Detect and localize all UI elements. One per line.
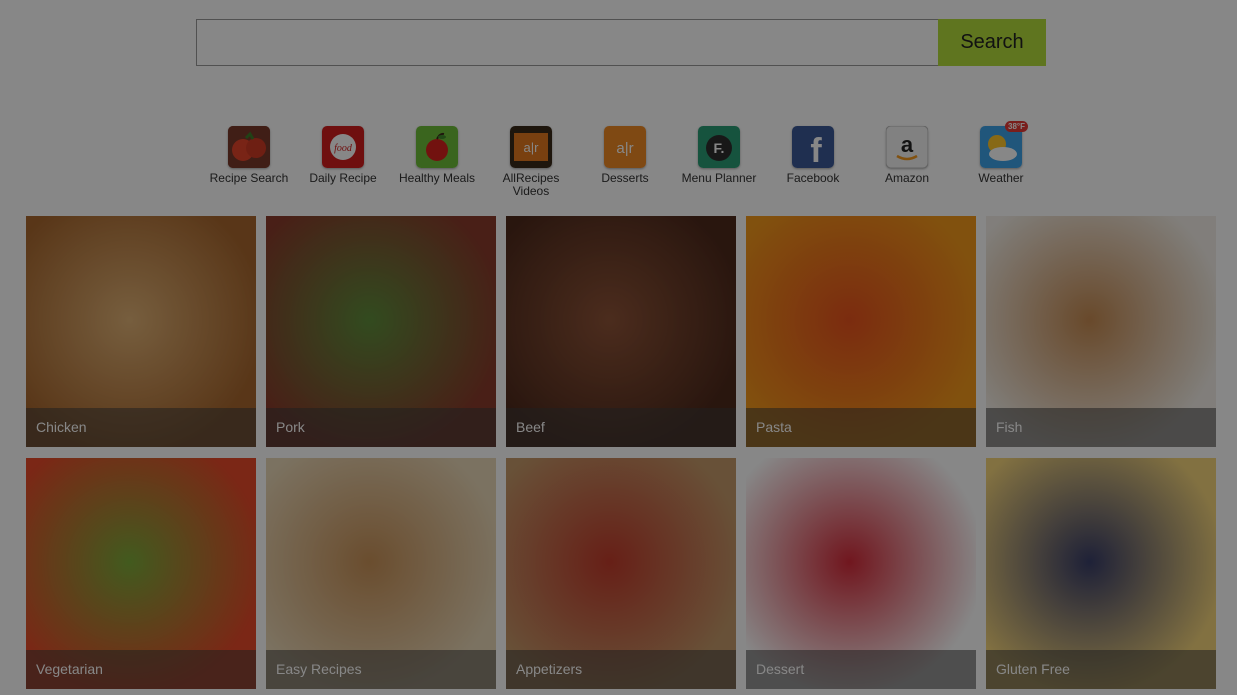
category-tile-pork[interactable]: Pork (266, 216, 496, 447)
facebook-icon-text: f (810, 132, 822, 168)
app-menu-planner[interactable]: F. Menu Planner (672, 126, 766, 185)
apple-icon (416, 126, 458, 168)
app-weather[interactable]: 38°F Weather (954, 121, 1048, 185)
category-tile-easy-recipes[interactable]: Easy Recipes (266, 458, 496, 689)
app-label: AllRecipes Videos (502, 171, 560, 198)
temperature-badge: 38°F (1005, 121, 1028, 132)
app-allrecipes-videos[interactable]: a|r AllRecipes Videos (484, 126, 578, 198)
app-label: Weather (978, 171, 1024, 185)
category-label: Chicken (26, 408, 256, 447)
category-label: Vegetarian (26, 650, 256, 689)
category-label: Pork (266, 408, 496, 447)
tomato-icon (228, 126, 270, 168)
facebook-icon: f (792, 126, 834, 170)
category-tile-fish[interactable]: Fish (986, 216, 1216, 447)
category-label: Pasta (746, 408, 976, 447)
food-network-icon: food (322, 126, 364, 168)
search-button[interactable]: Search (938, 19, 1046, 66)
category-label: Gluten Free (986, 650, 1216, 689)
app-label: Menu Planner (681, 171, 757, 185)
app-label: Amazon (884, 171, 930, 185)
app-label: Recipe Search (209, 171, 289, 185)
category-label: Easy Recipes (266, 650, 496, 689)
app-amazon[interactable]: a Amazon (860, 125, 954, 185)
category-label: Fish (986, 408, 1216, 447)
category-tile-gluten-free[interactable]: Gluten Free (986, 458, 1216, 689)
menu-planner-icon: F. (698, 126, 740, 168)
app-label: Desserts (601, 171, 649, 185)
app-daily-recipe[interactable]: food Daily Recipe (296, 126, 390, 185)
film-icon: a|r (510, 126, 552, 168)
category-label: Appetizers (506, 650, 736, 689)
category-tile-pasta[interactable]: Pasta (746, 216, 976, 447)
app-healthy-meals[interactable]: Healthy Meals (390, 126, 484, 185)
app-facebook[interactable]: f Facebook (766, 126, 860, 185)
allrecipes-icon-text: a|r (616, 140, 633, 157)
app-label: Daily Recipe (309, 171, 377, 185)
allrecipes-icon: a|r (604, 126, 646, 168)
app-recipe-search[interactable]: Recipe Search (202, 126, 296, 185)
search-input[interactable] (196, 19, 938, 66)
weather-icon: 38°F (980, 121, 1028, 168)
category-tile-vegetarian[interactable]: Vegetarian (26, 458, 256, 689)
category-tile-appetizers[interactable]: Appetizers (506, 458, 736, 689)
category-tile-chicken[interactable]: Chicken (26, 216, 256, 447)
app-label: Healthy Meals (398, 171, 476, 185)
amazon-icon: a (885, 125, 929, 169)
category-label: Dessert (746, 650, 976, 689)
category-tile-dessert[interactable]: Dessert (746, 458, 976, 689)
film-icon-text: a|r (524, 140, 540, 155)
menu-planner-icon-text: F. (714, 140, 725, 156)
search-bar: Search (196, 19, 1046, 66)
category-tile-beef[interactable]: Beef (506, 216, 736, 447)
app-desserts[interactable]: a|r Desserts (578, 126, 672, 185)
food-network-icon-text: food (334, 143, 353, 154)
app-label: Facebook (786, 171, 840, 185)
amazon-icon-text: a (901, 132, 914, 157)
category-label: Beef (506, 408, 736, 447)
